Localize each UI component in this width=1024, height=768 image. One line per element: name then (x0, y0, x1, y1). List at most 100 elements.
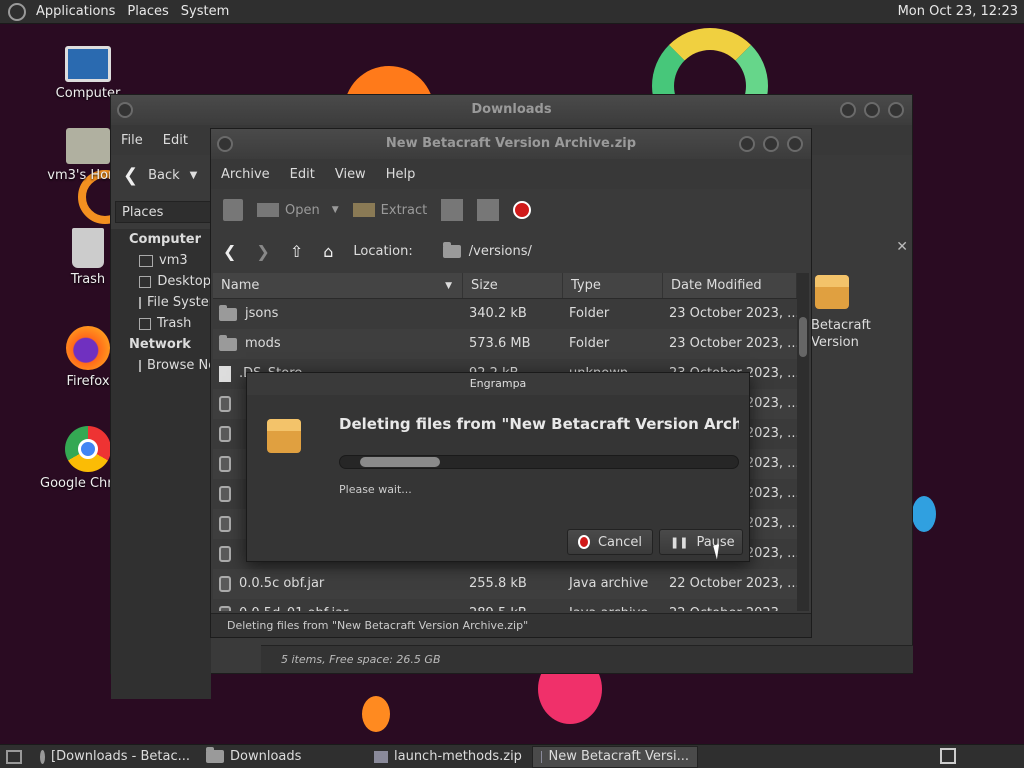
dialog-message: Deleting files from "New Betacraft Versi… (339, 415, 739, 433)
folder-icon (219, 334, 237, 351)
sidebar-switcher-label: Places (122, 205, 164, 220)
close-icon[interactable] (888, 102, 904, 118)
cell-name: 0.0.5c obf.jar (213, 569, 463, 599)
top-panel: Applications Places System Mon Oct 23, 1… (0, 0, 1024, 24)
menu-logo-icon[interactable] (8, 2, 26, 21)
jar-icon (219, 426, 231, 442)
back-button[interactable]: Back (148, 168, 180, 183)
file-icon (219, 366, 231, 382)
show-desktop-icon[interactable] (6, 749, 22, 764)
places-sidebar: Computer vm3 Desktop File System Trash N… (111, 229, 253, 699)
desktop-icon-computer[interactable]: Computer (40, 46, 136, 101)
sidebar-header-network: Network (129, 337, 191, 352)
chrome-icon (65, 426, 111, 472)
info-close-icon[interactable]: ✕ (896, 239, 908, 255)
cell-size: 289.5 kB (463, 599, 563, 611)
dialog-title: Engrampa (469, 377, 527, 390)
sidebar-switcher[interactable]: Places (115, 201, 215, 223)
home-icon[interactable]: ⌂ (323, 242, 333, 261)
menu-edit[interactable]: Edit (153, 133, 198, 148)
extract-button[interactable]: Extract (352, 202, 428, 218)
taskbar-label: Downloads (230, 749, 302, 764)
trash-small-icon (139, 317, 151, 330)
sidebar-item-vm3[interactable]: vm3 (111, 250, 211, 271)
sidebar-item-filesystem[interactable]: File System (111, 292, 221, 313)
downloads-file-item[interactable]: Betacraft Version Archive.zip (811, 275, 911, 351)
cell-date: 23 October 2023, ... (669, 306, 797, 321)
table-row[interactable]: 0.0.5d_01 obf.jar 289.5 kBJava archive22 … (213, 599, 797, 611)
column-name[interactable]: Name ▼ (213, 273, 463, 298)
pause-button[interactable]: ❚❚ Pause (659, 529, 743, 555)
progress-dialog: Engrampa Deleting files from "New Betacr… (246, 372, 750, 562)
back-history-dropdown-icon[interactable]: ▼ (190, 170, 198, 181)
folder-icon (219, 304, 237, 321)
open-button[interactable]: Open ▼ (257, 203, 339, 218)
minimize-icon[interactable] (840, 102, 856, 118)
column-size[interactable]: Size (463, 273, 563, 298)
open-dropdown-icon[interactable]: ▼ (332, 205, 339, 215)
menu-help[interactable]: Help (376, 167, 426, 182)
maximize-icon[interactable] (763, 136, 779, 152)
taskbar-item-chrome-downloads[interactable]: [Downloads - Betac... (32, 746, 198, 768)
progress-bar (339, 455, 739, 469)
places-menu[interactable]: Places (121, 4, 174, 19)
window-menu-icon[interactable] (117, 102, 133, 118)
archive-menubar: Archive Edit View Help (211, 159, 811, 189)
trash-icon (72, 228, 104, 268)
window-menu-icon[interactable] (217, 136, 233, 152)
column-type[interactable]: Type (563, 273, 663, 298)
location-field[interactable]: /versions/ (442, 241, 532, 259)
cell-date: 23 October 2023, ... (669, 336, 797, 351)
taskbar-item-downloads[interactable]: Downloads (198, 746, 366, 768)
cell-date: 22 October 2023, ... (663, 599, 797, 611)
back-icon[interactable]: ❮ (223, 242, 236, 261)
sidebar-item-trash[interactable]: Trash (111, 313, 211, 334)
add-folder-icon[interactable] (477, 199, 500, 221)
menu-file[interactable]: File (111, 133, 153, 148)
taskbar-label: launch-methods.zip (394, 749, 522, 764)
maximize-icon[interactable] (864, 102, 880, 118)
location-bar: ❮ ❯ ⇧ ⌂ Location: /versions/ (211, 231, 811, 271)
system-menu[interactable]: System (175, 4, 235, 19)
up-icon[interactable]: ⇧ (290, 242, 303, 261)
downloads-titlebar[interactable]: Downloads (111, 95, 912, 125)
jar-icon (219, 546, 231, 562)
stop-icon[interactable] (513, 201, 532, 219)
table-row[interactable]: 0.0.5c obf.jar 255.8 kB Java archive 22 Oct… (213, 569, 797, 599)
cancel-label: Cancel (597, 534, 642, 550)
forward-icon[interactable]: ❯ (256, 242, 269, 261)
add-files-icon[interactable] (441, 199, 464, 221)
taskbar-item-launch-methods[interactable]: launch-methods.zip (366, 746, 532, 768)
menu-edit[interactable]: Edit (280, 167, 325, 182)
stop-icon (578, 535, 590, 549)
cell-name: jsons (213, 299, 463, 329)
cancel-button[interactable]: Cancel (567, 529, 653, 555)
scrollbar-thumb[interactable] (799, 317, 807, 357)
sidebar-item-label: vm3 (159, 253, 188, 268)
table-row[interactable]: jsons 340.2 kB Folder 23 October 2023, ... (213, 299, 797, 329)
minimize-icon[interactable] (739, 136, 755, 152)
extract-label: Extract (380, 202, 428, 218)
archive-icon (267, 419, 301, 453)
list-scrollbar[interactable] (797, 273, 809, 611)
close-icon[interactable] (787, 136, 803, 152)
status-text: 5 items, Free space: 26.5 GB (281, 653, 441, 666)
clock[interactable]: Mon Oct 23, 12:23 (898, 4, 1018, 19)
window-title: New Betacraft Version Archive.zip (385, 136, 637, 151)
dialog-titlebar[interactable]: Engrampa (247, 373, 749, 395)
open-icon (257, 203, 279, 217)
back-arrow-icon[interactable]: ❮ (123, 165, 138, 186)
column-date[interactable]: Date Modified (663, 273, 797, 298)
workspace-switcher-icon[interactable] (940, 748, 956, 764)
menu-view[interactable]: View (325, 167, 376, 182)
applications-menu[interactable]: Applications (30, 4, 121, 19)
taskbar-item-new-betacraft[interactable]: New Betacraft Versi... (532, 745, 698, 768)
menu-archive[interactable]: Archive (211, 167, 280, 182)
sidebar-item-browse-network[interactable]: Browse Network (111, 355, 253, 376)
table-row[interactable]: mods 573.6 MB Folder 23 October 2023, ... (213, 329, 797, 359)
sidebar-item-desktop[interactable]: Desktop (111, 271, 211, 292)
new-archive-icon[interactable] (223, 199, 243, 221)
archive-titlebar[interactable]: New Betacraft Version Archive.zip (211, 129, 811, 159)
extract-icon (352, 203, 375, 217)
archive-toolbar: Open ▼ Extract (211, 189, 811, 231)
